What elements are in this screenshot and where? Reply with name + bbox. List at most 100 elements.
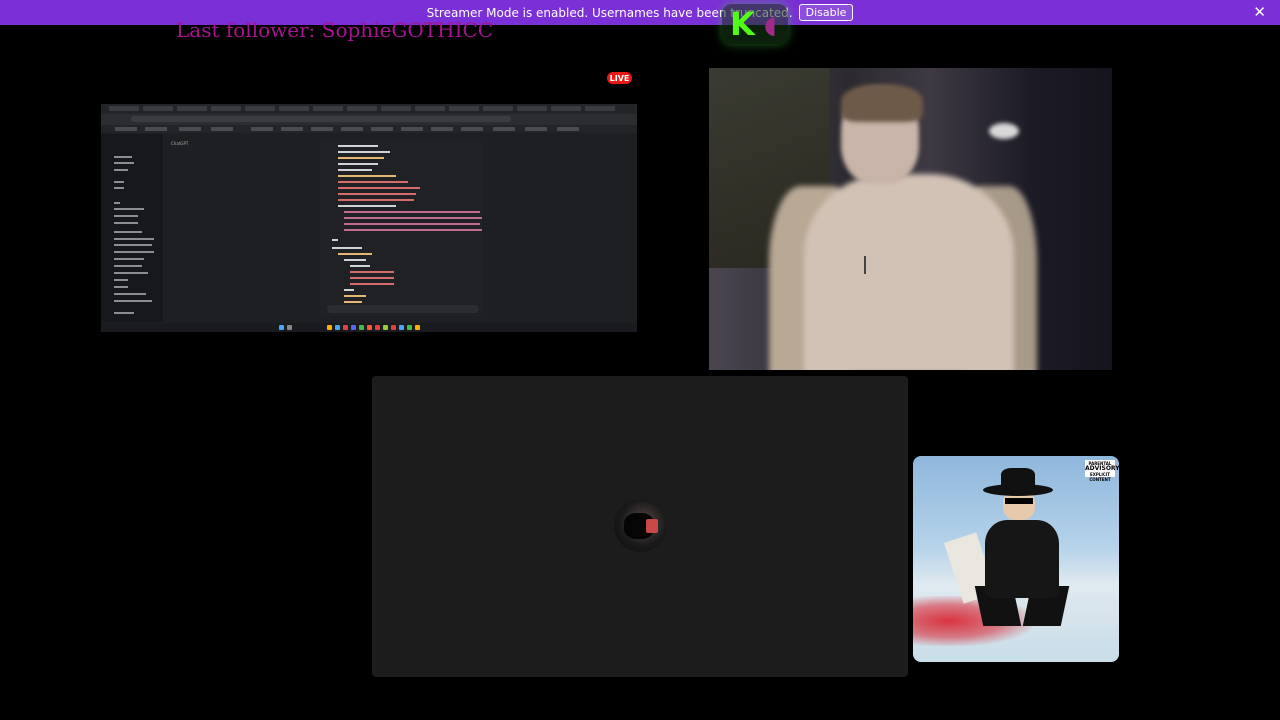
code-line bbox=[344, 295, 366, 297]
live-badge: LIVE bbox=[607, 72, 632, 84]
bookmark bbox=[251, 127, 273, 131]
browser-tab bbox=[245, 106, 275, 111]
taskbar-icon bbox=[399, 325, 404, 330]
taskbar-icon bbox=[327, 325, 332, 330]
browser-tab bbox=[279, 106, 309, 111]
browser-tab bbox=[415, 106, 445, 111]
bookmark bbox=[211, 127, 233, 131]
sidebar-line bbox=[114, 244, 152, 246]
sidebar-line bbox=[114, 208, 144, 210]
sidebar-line bbox=[114, 156, 132, 158]
code-line bbox=[332, 247, 362, 249]
browser-tab-strip bbox=[101, 104, 637, 114]
participant-tile[interactable] bbox=[372, 376, 908, 677]
cross-necklace bbox=[864, 256, 866, 274]
browser-tab bbox=[313, 106, 343, 111]
close-icon[interactable]: ✕ bbox=[1253, 4, 1266, 20]
taskbar-icon bbox=[375, 325, 380, 330]
code-line bbox=[338, 193, 416, 195]
bookmark bbox=[115, 127, 137, 131]
webcam-tile[interactable] bbox=[709, 68, 1112, 370]
parental-advisory-label: PARENTAL ADVISORY EXPLICIT CONTENT bbox=[1085, 460, 1119, 482]
code-block bbox=[320, 139, 482, 316]
code-line bbox=[338, 187, 420, 189]
code-line bbox=[338, 175, 396, 177]
code-line bbox=[350, 283, 394, 285]
browser-tab bbox=[585, 106, 615, 111]
chat-message-input[interactable] bbox=[327, 305, 479, 313]
sidebar-line bbox=[114, 293, 146, 295]
taskbar-icon bbox=[351, 325, 356, 330]
sidebar-line bbox=[114, 265, 142, 267]
album-figure-body bbox=[985, 520, 1059, 598]
taskbar-icon bbox=[391, 325, 396, 330]
bookmark bbox=[493, 127, 515, 131]
taskbar-icon bbox=[335, 325, 340, 330]
sidebar-line bbox=[114, 312, 134, 314]
code-line bbox=[350, 277, 394, 279]
disable-streamer-mode-button[interactable]: Disable bbox=[798, 4, 854, 21]
code-line bbox=[344, 289, 354, 291]
code-line bbox=[344, 301, 362, 303]
windows-taskbar bbox=[101, 323, 637, 332]
bookmark bbox=[179, 127, 201, 131]
taskbar-icon bbox=[287, 325, 292, 330]
url-field bbox=[131, 116, 511, 122]
taskbar-icon bbox=[359, 325, 364, 330]
bookmark bbox=[145, 127, 167, 131]
browser-url-bar bbox=[101, 114, 637, 125]
code-line bbox=[338, 145, 378, 147]
bookmark bbox=[431, 127, 453, 131]
kick-logo-glyph: ◖ bbox=[764, 11, 777, 39]
taskbar-icon bbox=[407, 325, 412, 330]
code-line bbox=[338, 169, 372, 171]
code-line bbox=[338, 253, 372, 255]
code-line bbox=[338, 157, 384, 159]
person-torso bbox=[804, 174, 1014, 370]
code-line bbox=[350, 265, 370, 267]
bookmark bbox=[401, 127, 423, 131]
browser-tab bbox=[517, 106, 547, 111]
person-hair bbox=[841, 84, 923, 122]
last-follower-label: Last follower: SophieGOTHICC bbox=[176, 18, 494, 42]
sidebar-line bbox=[114, 169, 128, 171]
browser-tab bbox=[483, 106, 513, 111]
browser-tab bbox=[381, 106, 411, 111]
sidebar-line bbox=[114, 238, 154, 240]
sidebar-line bbox=[114, 279, 128, 281]
code-line bbox=[338, 151, 390, 153]
sidebar-line bbox=[114, 300, 152, 302]
taskbar-icon bbox=[343, 325, 348, 330]
code-line bbox=[344, 229, 482, 231]
code-line bbox=[338, 181, 408, 183]
bookmark bbox=[557, 127, 579, 131]
kick-logo-icon: K ◖ bbox=[722, 4, 788, 44]
avatar-red-object bbox=[646, 519, 658, 533]
code-line bbox=[344, 211, 480, 213]
chat-app-label: ChatGPT bbox=[171, 141, 189, 146]
taskbar-icon bbox=[367, 325, 372, 330]
sidebar-line bbox=[114, 202, 120, 204]
avatar[interactable] bbox=[614, 499, 667, 552]
browser-tab bbox=[347, 106, 377, 111]
taskbar-icon bbox=[415, 325, 420, 330]
code-line bbox=[332, 239, 338, 241]
sidebar-line bbox=[114, 187, 124, 189]
album-hat-top bbox=[1001, 468, 1035, 490]
album-censor-bar bbox=[1005, 498, 1033, 504]
code-line bbox=[338, 163, 378, 165]
sidebar-line bbox=[114, 251, 154, 253]
album-art: PARENTAL ADVISORY EXPLICIT CONTENT bbox=[913, 456, 1119, 662]
sidebar-line bbox=[114, 222, 138, 224]
sidebar-line bbox=[114, 181, 124, 183]
advisory-bottom: EXPLICIT CONTENT bbox=[1089, 472, 1111, 482]
taskbar-icon bbox=[279, 325, 284, 330]
bookmark bbox=[311, 127, 333, 131]
taskbar-icon bbox=[383, 325, 388, 330]
code-line bbox=[344, 217, 482, 219]
sidebar-line bbox=[114, 162, 134, 164]
chat-sidebar bbox=[101, 134, 163, 322]
code-line bbox=[344, 223, 480, 225]
screen-share-tile[interactable]: ChatGPT bbox=[101, 104, 637, 332]
bookmark bbox=[525, 127, 547, 131]
